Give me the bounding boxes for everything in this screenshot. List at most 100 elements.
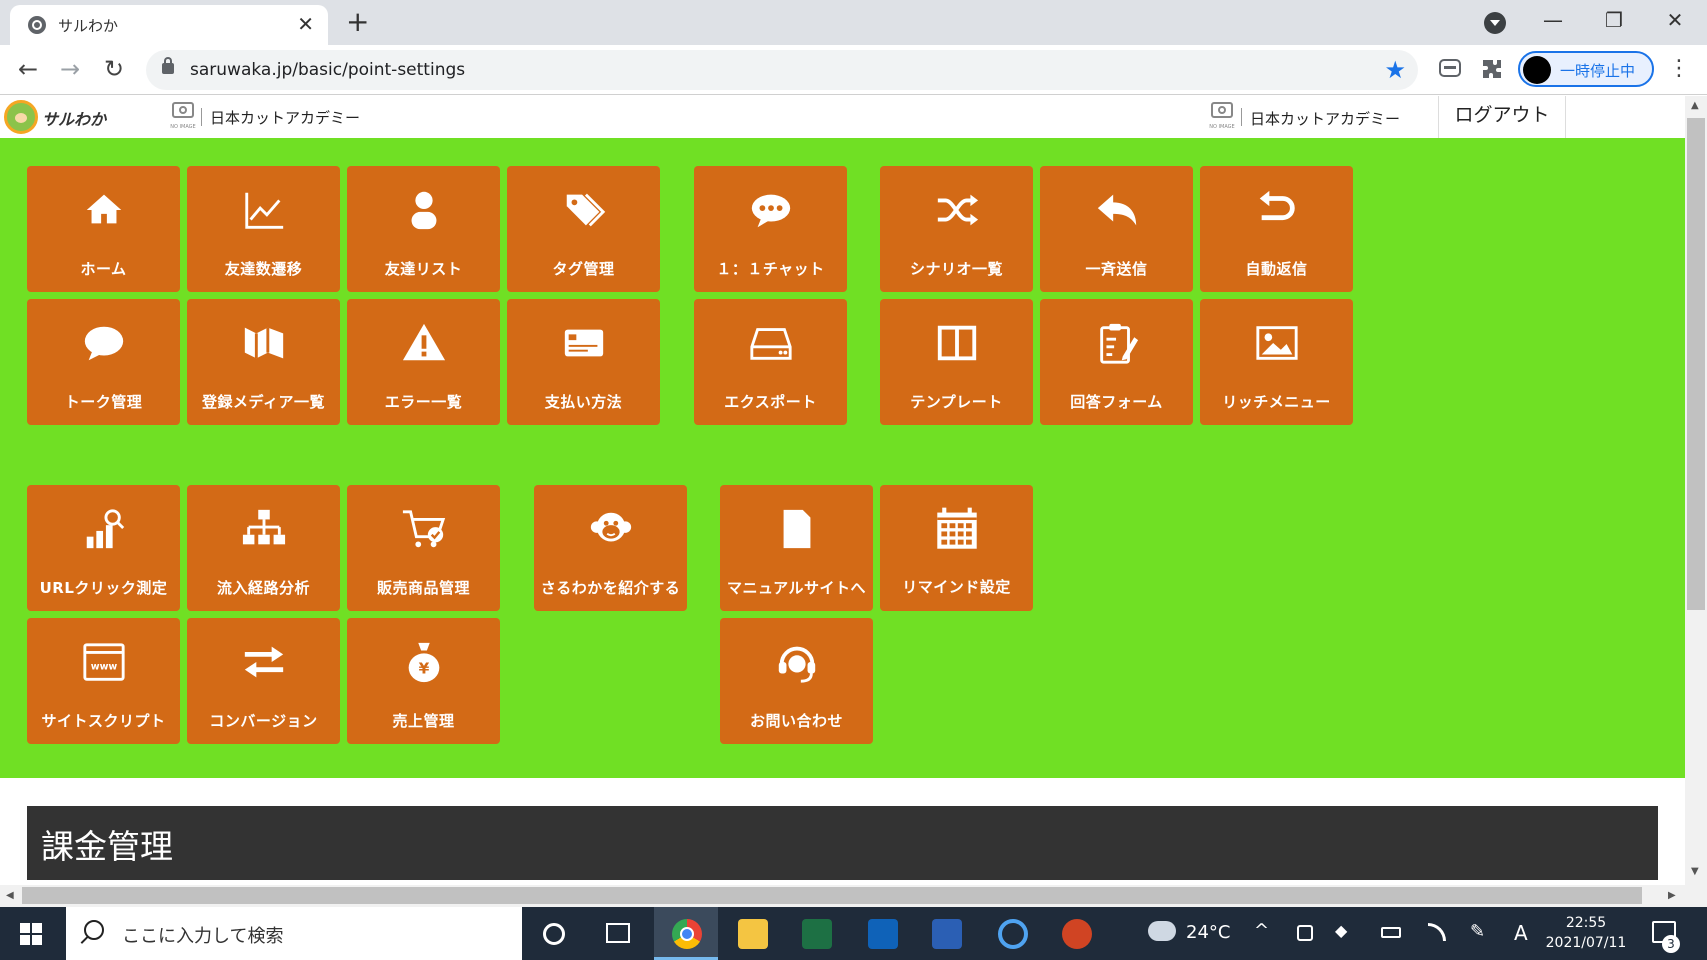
profile-paused-button[interactable]: 一時停止中 <box>1518 51 1654 87</box>
menu-tile-friend-trend[interactable]: 友達数遷移 <box>187 166 340 292</box>
columns-icon <box>880 317 1033 369</box>
window-close-button[interactable]: ✕ <box>1660 6 1690 34</box>
extensions-puzzle-icon[interactable] <box>1480 57 1504 81</box>
map-icon <box>187 317 340 369</box>
menu-tile-error-list[interactable]: エラー一覧 <box>347 299 500 425</box>
menu-tile-conversion[interactable]: コンバージョン <box>187 618 340 744</box>
menu-tile-auto-reply[interactable]: 自動返信 <box>1200 166 1353 292</box>
menu-tile-broadcast[interactable]: 一斉送信 <box>1040 166 1193 292</box>
weather-temp[interactable]: 24°C <box>1186 922 1230 943</box>
account-name-right[interactable]: 日本カットアカデミー <box>1250 108 1400 129</box>
menu-tile-url-click[interactable]: URLクリック測定 <box>27 485 180 611</box>
wifi-icon[interactable] <box>1428 923 1446 941</box>
menu-tile-export[interactable]: エクスポート <box>694 299 847 425</box>
monkey-logo-icon[interactable] <box>4 100 38 134</box>
logout-button[interactable]: ログアウト <box>1438 96 1566 138</box>
section-title: 課金管理 <box>41 827 173 866</box>
meet-now-icon[interactable] <box>1297 925 1313 941</box>
menu-tile-manual[interactable]: マニュアルサイトへ <box>720 485 873 611</box>
cortana-icon[interactable] <box>543 923 565 945</box>
menu-label: 販売商品管理 <box>376 579 470 597</box>
restore-button[interactable]: ❐ <box>1599 6 1629 34</box>
search-icon <box>84 920 104 940</box>
windows-start-icon[interactable] <box>20 923 42 945</box>
svg-text:www: www <box>90 662 117 673</box>
menu-tile-chat[interactable]: １：１チャット <box>694 166 847 292</box>
camera-icon <box>1211 102 1233 118</box>
chrome-icon[interactable] <box>672 919 702 949</box>
menu-tile-sales[interactable]: ¥ 売上管理 <box>347 618 500 744</box>
taskbar-clock[interactable]: 22:55 2021/07/11 <box>1542 913 1630 953</box>
pen-icon[interactable]: ✎ <box>1470 921 1485 942</box>
menu-label: エラー一覧 <box>384 393 463 411</box>
bookmark-star-icon[interactable]: ★ <box>1384 55 1406 85</box>
weather-cloud-icon[interactable] <box>1148 921 1176 941</box>
clock-date: 2021/07/11 <box>1545 935 1627 951</box>
taskbar-search-box[interactable]: ここに入力して検索 <box>66 907 522 960</box>
menu-label: 自動返信 <box>1245 260 1308 278</box>
word-icon[interactable] <box>932 919 962 949</box>
excel-icon[interactable] <box>802 919 832 949</box>
horizontal-scroll-thumb[interactable] <box>22 887 1642 904</box>
powerpoint-icon[interactable] <box>1062 919 1092 949</box>
scroll-up-arrow-icon[interactable]: ▲ <box>1691 100 1699 111</box>
site-header: サルわか NO IMAGE 日本カットアカデミー NO IMAGE 日本カットア… <box>0 96 1685 138</box>
close-icon[interactable]: ✕ <box>297 12 314 36</box>
menu-label: リマインド設定 <box>902 578 1011 596</box>
menu-tile-products[interactable]: 販売商品管理 <box>347 485 500 611</box>
billing-section-header: 課金管理 <box>27 806 1658 880</box>
address-bar[interactable]: saruwaka.jp/basic/point-settings ★ <box>146 50 1418 90</box>
camera-icon <box>172 102 194 118</box>
taskbar-search-placeholder: ここに入力して検索 <box>122 926 284 947</box>
back-icon[interactable]: ← <box>18 54 38 84</box>
task-view-icon[interactable] <box>606 923 630 943</box>
tab-search-icon[interactable] <box>1484 12 1506 34</box>
internet-explorer-icon[interactable] <box>998 919 1028 949</box>
menu-label: URLクリック測定 <box>39 579 168 597</box>
menu-tile-tag-manage[interactable]: タグ管理 <box>507 166 660 292</box>
menu-tile-contact[interactable]: お問い合わせ <box>720 618 873 744</box>
globe-icon <box>28 16 46 34</box>
dropbox-icon[interactable]: ◆ <box>1335 921 1347 940</box>
minimize-button[interactable]: — <box>1538 6 1568 34</box>
menu-tile-scenario-list[interactable]: シナリオ一覧 <box>880 166 1033 292</box>
ime-mode[interactable]: A <box>1514 921 1528 945</box>
browser-tab[interactable]: サルわか ✕ <box>10 5 328 45</box>
outlook-icon[interactable] <box>868 919 898 949</box>
reload-icon[interactable]: ↻ <box>104 54 124 84</box>
menu-label: リッチメニュー <box>1222 393 1331 411</box>
new-tab-button[interactable]: + <box>346 7 369 37</box>
noimage-label: NO IMAGE <box>170 124 196 130</box>
menu-tile-template[interactable]: テンプレート <box>880 299 1033 425</box>
menu-tile-answer-form[interactable]: 回答フォーム <box>1040 299 1193 425</box>
menu-tile-introduce[interactable]: さるわかを紹介する <box>534 485 687 611</box>
account-name-left[interactable]: 日本カットアカデミー <box>210 107 360 128</box>
scroll-left-arrow-icon[interactable]: ◀ <box>6 890 14 901</box>
shuffle-icon <box>880 184 1033 236</box>
scroll-right-arrow-icon[interactable]: ▶ <box>1668 890 1676 901</box>
home-icon <box>27 184 180 236</box>
url-text[interactable]: saruwaka.jp/basic/point-settings <box>190 60 465 80</box>
forward-icon[interactable]: → <box>60 54 80 84</box>
file-explorer-icon[interactable] <box>738 919 768 949</box>
battery-icon[interactable] <box>1381 927 1401 938</box>
scroll-down-arrow-icon[interactable]: ▼ <box>1691 866 1699 877</box>
tray-expand-icon[interactable]: ^ <box>1254 920 1269 941</box>
line-extension-icon[interactable] <box>1438 57 1462 81</box>
browser-menu-icon[interactable]: ⋮ <box>1668 55 1690 83</box>
menu-label: マニュアルサイトへ <box>726 579 867 597</box>
menu-tile-rich-menu[interactable]: リッチメニュー <box>1200 299 1353 425</box>
menu-area: ホーム 友達数遷移 友達リスト タグ管理 １：１チャット シナリオ一覧 一斉送信… <box>0 138 1685 778</box>
comment-icon <box>27 317 180 369</box>
menu-tile-friend-list[interactable]: 友達リスト <box>347 166 500 292</box>
menu-tile-talk-manage[interactable]: トーク管理 <box>27 299 180 425</box>
calendar-icon <box>880 503 1033 555</box>
menu-tile-home[interactable]: ホーム <box>27 166 180 292</box>
menu-tile-remind[interactable]: リマインド設定 <box>880 485 1033 611</box>
menu-tile-inflow[interactable]: 流入経路分析 <box>187 485 340 611</box>
menu-tile-payment[interactable]: 支払い方法 <box>507 299 660 425</box>
site-logo-text[interactable]: サルわか <box>42 106 106 130</box>
menu-tile-site-script[interactable]: www サイトスクリプト <box>27 618 180 744</box>
vertical-scroll-thumb[interactable] <box>1687 118 1705 610</box>
menu-tile-media-list[interactable]: 登録メディア一覧 <box>187 299 340 425</box>
